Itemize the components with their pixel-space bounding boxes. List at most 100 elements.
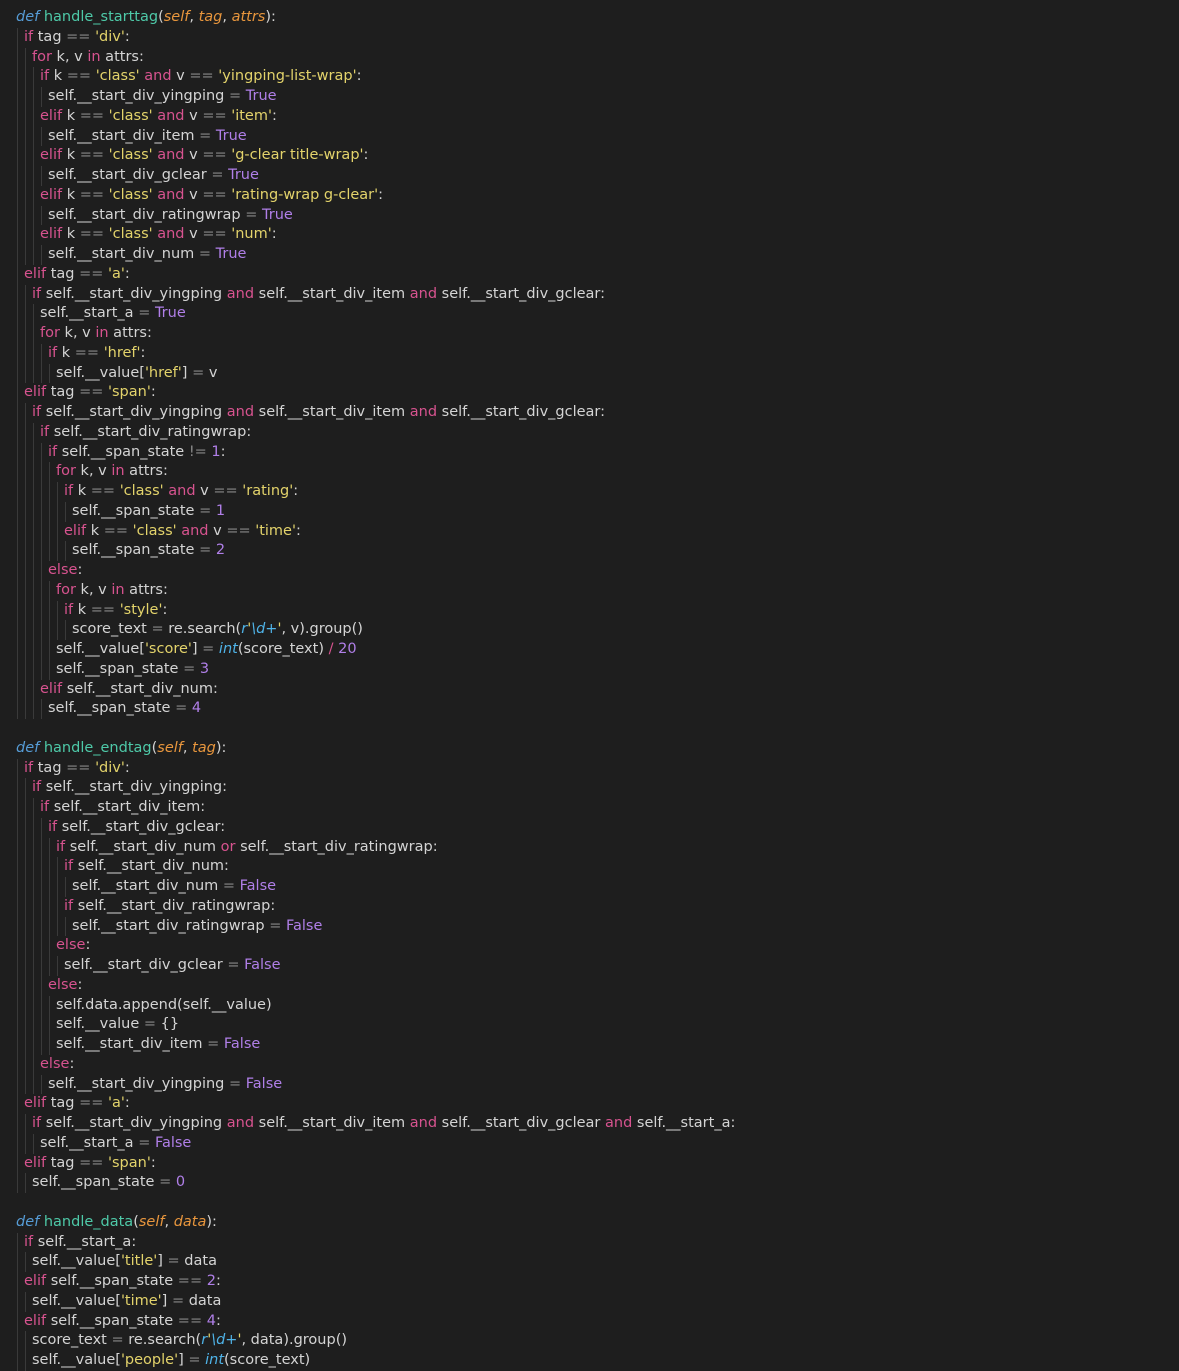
code-text: self.__value['time'] = data (32, 1293, 221, 1309)
code-line[interactable]: if k == 'class' and v == 'rating': (0, 482, 1179, 502)
code-line[interactable]: score_text = re.search(r'\d+', v).group(… (0, 620, 1179, 640)
code-token: v (184, 147, 203, 164)
code-editor[interactable]: def handle_starttag(self, tag, attrs): if… (0, 0, 1179, 1371)
code-line[interactable]: elif self.__span_state == 4: (0, 1311, 1179, 1332)
code-token: in (111, 581, 125, 598)
code-token: : (295, 522, 301, 539)
code-line[interactable]: for k, v in attrs: (0, 580, 1179, 601)
code-line[interactable]: self.__start_div_item = True (0, 126, 1179, 147)
code-line[interactable]: for k, v in attrs: (0, 462, 1179, 482)
code-line[interactable]: elif tag == 'a': (0, 1094, 1179, 1114)
code-token: self.__start_div_gclear: (437, 404, 606, 420)
code-line[interactable]: self.data.append(self.__value) (0, 995, 1179, 1016)
indent-guide (17, 245, 18, 265)
code-line[interactable] (0, 1193, 1179, 1213)
code-line[interactable]: self.__start_div_ratingwrap = False (0, 916, 1179, 937)
code-token: = (183, 660, 196, 677)
code-line[interactable]: if k == 'href': (0, 343, 1179, 364)
code-line[interactable]: if tag == 'div': (0, 758, 1179, 779)
code-line[interactable]: elif k == 'class' and v == 'item': (0, 106, 1179, 127)
code-line[interactable]: elif tag == 'span': (0, 383, 1179, 403)
code-line[interactable]: self.__value['time'] = data (0, 1291, 1179, 1312)
code-line[interactable]: def handle_endtag(self, tag): (0, 739, 1179, 759)
code-line[interactable]: elif tag == 'a': (0, 264, 1179, 285)
code-line[interactable]: self.__start_div_num = False (0, 877, 1179, 897)
code-line[interactable] (0, 719, 1179, 739)
code-line[interactable]: self.__value['title'] = data (0, 1252, 1179, 1272)
code-line[interactable]: if self.__start_div_num: (0, 857, 1179, 877)
code-line[interactable]: elif self.__span_state == 2: (0, 1272, 1179, 1292)
code-line[interactable]: self.__start_div_yingping = False (0, 1074, 1179, 1095)
code-line[interactable]: self.__start_div_ratingwrap = True (0, 205, 1179, 226)
code-line[interactable]: for k, v in attrs: (0, 47, 1179, 68)
indent-guide (57, 857, 58, 877)
code-line[interactable]: if self.__start_div_yingping and self.__… (0, 1114, 1179, 1134)
code-token: = (188, 1352, 201, 1368)
code-line[interactable]: self.__span_state = 1 (0, 501, 1179, 522)
code-line[interactable]: score_text = re.search(r'\d+', data).gro… (0, 1331, 1179, 1351)
code-line[interactable]: if tag == 'div': (0, 27, 1179, 48)
code-line[interactable]: self.__span_state = 4 (0, 699, 1179, 719)
indent-guide (25, 1351, 26, 1371)
indent-guide (49, 640, 50, 660)
code-line[interactable]: self.__value = {} (0, 1015, 1179, 1035)
indent-guide (41, 936, 42, 956)
code-line[interactable]: else: (0, 561, 1179, 581)
indent-guide (33, 205, 34, 226)
code-token: == (202, 226, 227, 243)
code-line[interactable]: elif k == 'class' and v == 'rating-wrap … (0, 185, 1179, 206)
code-line[interactable]: self.__start_div_gclear = False (0, 956, 1179, 976)
code-line[interactable]: elif tag == 'span': (0, 1153, 1179, 1174)
code-line[interactable]: self.__start_div_yingping = True (0, 87, 1179, 107)
code-line[interactable]: for k, v in attrs: (0, 324, 1179, 344)
code-text: else: (48, 562, 82, 578)
code-token: in (95, 325, 109, 341)
code-line[interactable]: def handle_starttag(self, tag, attrs): (0, 8, 1179, 28)
code-line[interactable]: if k == 'class' and v == 'yingping-list-… (0, 67, 1179, 87)
code-line[interactable]: self.__start_div_item = False (0, 1035, 1179, 1055)
code-line[interactable]: self.__start_a = True (0, 304, 1179, 324)
code-line[interactable]: if self.__start_div_gclear: (0, 817, 1179, 838)
code-line[interactable]: if self.__start_div_ratingwrap: (0, 422, 1179, 443)
code-line[interactable]: elif k == 'class' and v == 'num': (0, 225, 1179, 245)
indent-guide (65, 877, 66, 897)
code-line[interactable]: elif k == 'class' and v == 'g-clear titl… (0, 146, 1179, 166)
code-line[interactable]: else: (0, 975, 1179, 996)
indent-guide (41, 343, 42, 364)
code-text: self.__span_state = 2 (72, 542, 225, 558)
code-line[interactable]: elif self.__start_div_num: (0, 679, 1179, 700)
code-line[interactable]: self.__span_state = 3 (0, 659, 1179, 680)
code-line[interactable]: self.__start_div_num = True (0, 245, 1179, 265)
code-line[interactable]: self.__span_state = 0 (0, 1173, 1179, 1193)
code-token: tag (33, 759, 67, 776)
code-line[interactable]: elif k == 'class' and v == 'time': (0, 521, 1179, 542)
code-line[interactable]: self.__value['href'] = v (0, 363, 1179, 384)
code-line[interactable]: if self.__start_div_yingping and self.__… (0, 403, 1179, 423)
indent-guide (41, 896, 42, 917)
code-line[interactable]: if self.__start_a: (0, 1232, 1179, 1253)
code-line[interactable]: self.__value['people'] = int(score_text) (0, 1351, 1179, 1371)
code-line[interactable]: if self.__start_div_yingping and self.__… (0, 284, 1179, 305)
code-line[interactable]: if self.__start_div_num or self.__start_… (0, 837, 1179, 858)
code-line[interactable]: self.__start_div_gclear = True (0, 166, 1179, 186)
code-line[interactable]: if k == 'style': (0, 600, 1179, 621)
code-line[interactable]: else: (0, 936, 1179, 956)
code-line[interactable]: def handle_data(self, data): (0, 1213, 1179, 1233)
code-line[interactable]: else: (0, 1054, 1179, 1075)
indent-guide (25, 679, 26, 700)
code-line[interactable]: if self.__span_state != 1: (0, 442, 1179, 463)
indent-guide (49, 620, 50, 640)
code-token: : (356, 68, 362, 85)
code-token: 'href' (103, 344, 141, 361)
code-line[interactable]: self.__value['score'] = int(score_text) … (0, 640, 1179, 660)
code-token: self.__start_div_num (48, 246, 199, 262)
code-line[interactable]: if self.__start_div_ratingwrap: (0, 896, 1179, 917)
code-line[interactable]: self.__span_state = 2 (0, 541, 1179, 561)
indent-guide (17, 936, 18, 956)
code-line[interactable]: if self.__start_div_item: (0, 798, 1179, 818)
code-line[interactable]: self.__start_a = False (0, 1133, 1179, 1154)
code-token: if (64, 601, 74, 618)
code-line[interactable]: if self.__start_div_yingping: (0, 778, 1179, 798)
code-token: self.__start_div_item (56, 1036, 208, 1052)
code-text: self.__start_div_ratingwrap = True (48, 207, 293, 223)
